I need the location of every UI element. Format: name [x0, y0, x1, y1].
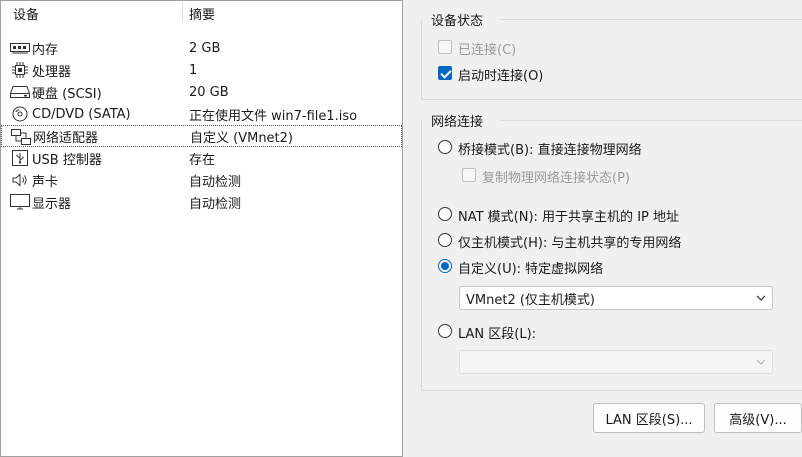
- device-name: 声卡: [32, 174, 59, 190]
- device-row-usb[interactable]: USB 控制器 存在: [1, 147, 402, 169]
- network-frame-line: [500, 120, 802, 121]
- device-row-memory[interactable]: 内存 2 GB: [1, 37, 402, 59]
- lan-segment-select[interactable]: [459, 350, 773, 374]
- device-row-processor[interactable]: 处理器 1: [1, 59, 402, 81]
- device-summary: 自动检测: [189, 196, 242, 212]
- device-name: 显示器: [32, 196, 72, 212]
- device-row-sound[interactable]: 声卡 自动检测: [1, 169, 402, 191]
- custom-network-value: VMnet2 (仅主机模式): [466, 292, 595, 308]
- device-summary: 自定义 (VMnet2): [190, 130, 293, 146]
- chevron-down-icon: [756, 359, 766, 365]
- connect-on-start-checkbox[interactable]: [438, 66, 452, 80]
- bridged-mode-label: 桥接模式(B): 直接连接物理网络: [458, 143, 642, 158]
- custom-mode-radio[interactable]: [438, 259, 452, 273]
- device-status-frame-left: [421, 19, 422, 99]
- device-status-title: 设备状态: [431, 14, 484, 29]
- column-divider[interactable]: [182, 3, 183, 23]
- network-connection-title: 网络连接: [431, 115, 484, 130]
- lan-segments-button[interactable]: LAN 区段(S)...: [593, 403, 705, 433]
- device-summary: 2 GB: [189, 40, 221, 56]
- lan-segment-label: LAN 区段(L):: [458, 327, 537, 342]
- connected-checkbox[interactable]: [438, 40, 452, 54]
- device-row-display[interactable]: 显示器 自动检测: [1, 191, 402, 213]
- device-summary: 存在: [189, 152, 216, 168]
- custom-mode-label: 自定义(U): 特定虚拟网络: [458, 262, 604, 277]
- cpu-icon: [9, 62, 31, 78]
- device-row-network-adapter[interactable]: 网络适配器 自定义 (VMnet2): [1, 125, 402, 147]
- device-row-cd-dvd[interactable]: CD/DVD (SATA) 正在使用文件 win7-file1.iso: [1, 103, 402, 125]
- device-summary: 正在使用文件 win7-file1.iso: [189, 108, 358, 124]
- sound-icon: [9, 172, 31, 188]
- connected-label: 已连接(C): [458, 43, 517, 58]
- device-summary: 1: [189, 62, 198, 78]
- device-row-harddisk[interactable]: 硬盘 (SCSI) 20 GB: [1, 81, 402, 103]
- device-summary: 自动检测: [189, 174, 242, 190]
- lan-segment-radio[interactable]: [438, 324, 452, 338]
- chevron-down-icon: [756, 295, 766, 301]
- replicate-state-checkbox[interactable]: [462, 168, 476, 182]
- device-name: 网络适配器: [33, 130, 99, 146]
- host-only-mode-label: 仅主机模式(H): 与主机共享的专用网络: [458, 236, 682, 251]
- device-status-frame-line: [500, 19, 802, 20]
- device-list-header: 设备 摘要: [1, 1, 402, 25]
- custom-network-select[interactable]: VMnet2 (仅主机模式): [459, 286, 773, 310]
- advanced-button[interactable]: 高级(V)...: [714, 403, 802, 433]
- device-name: 内存: [32, 42, 59, 58]
- usb-icon: [9, 150, 31, 166]
- device-name: CD/DVD (SATA): [32, 106, 131, 122]
- harddisk-icon: [9, 84, 31, 100]
- device-name: 处理器: [32, 64, 72, 80]
- bridged-mode-radio[interactable]: [438, 140, 452, 154]
- device-name: USB 控制器: [32, 152, 102, 168]
- memory-icon: [9, 40, 31, 56]
- device-list-panel: 设备 摘要 内存 2 GB 处理器 1 硬盘 (SCSI) 20 GB CD/D…: [0, 0, 403, 457]
- nat-mode-radio[interactable]: [438, 207, 452, 221]
- host-only-mode-radio[interactable]: [438, 233, 452, 247]
- connect-on-start-label: 启动时连接(O): [458, 69, 544, 84]
- column-header-summary[interactable]: 摘要: [189, 4, 215, 23]
- network-frame-bottom: [421, 390, 802, 391]
- nat-mode-label: NAT 模式(N): 用于共享主机的 IP 地址: [458, 210, 680, 225]
- column-header-device[interactable]: 设备: [13, 4, 39, 23]
- device-summary: 20 GB: [189, 84, 229, 100]
- network-frame-left: [421, 120, 422, 391]
- cd-dvd-icon: [9, 106, 31, 122]
- device-status-frame-bottom: [421, 99, 802, 100]
- replicate-state-label: 复制物理网络连接状态(P): [482, 171, 630, 186]
- display-icon: [9, 194, 31, 210]
- device-name: 硬盘 (SCSI): [32, 86, 102, 102]
- network-adapter-icon: [10, 129, 32, 145]
